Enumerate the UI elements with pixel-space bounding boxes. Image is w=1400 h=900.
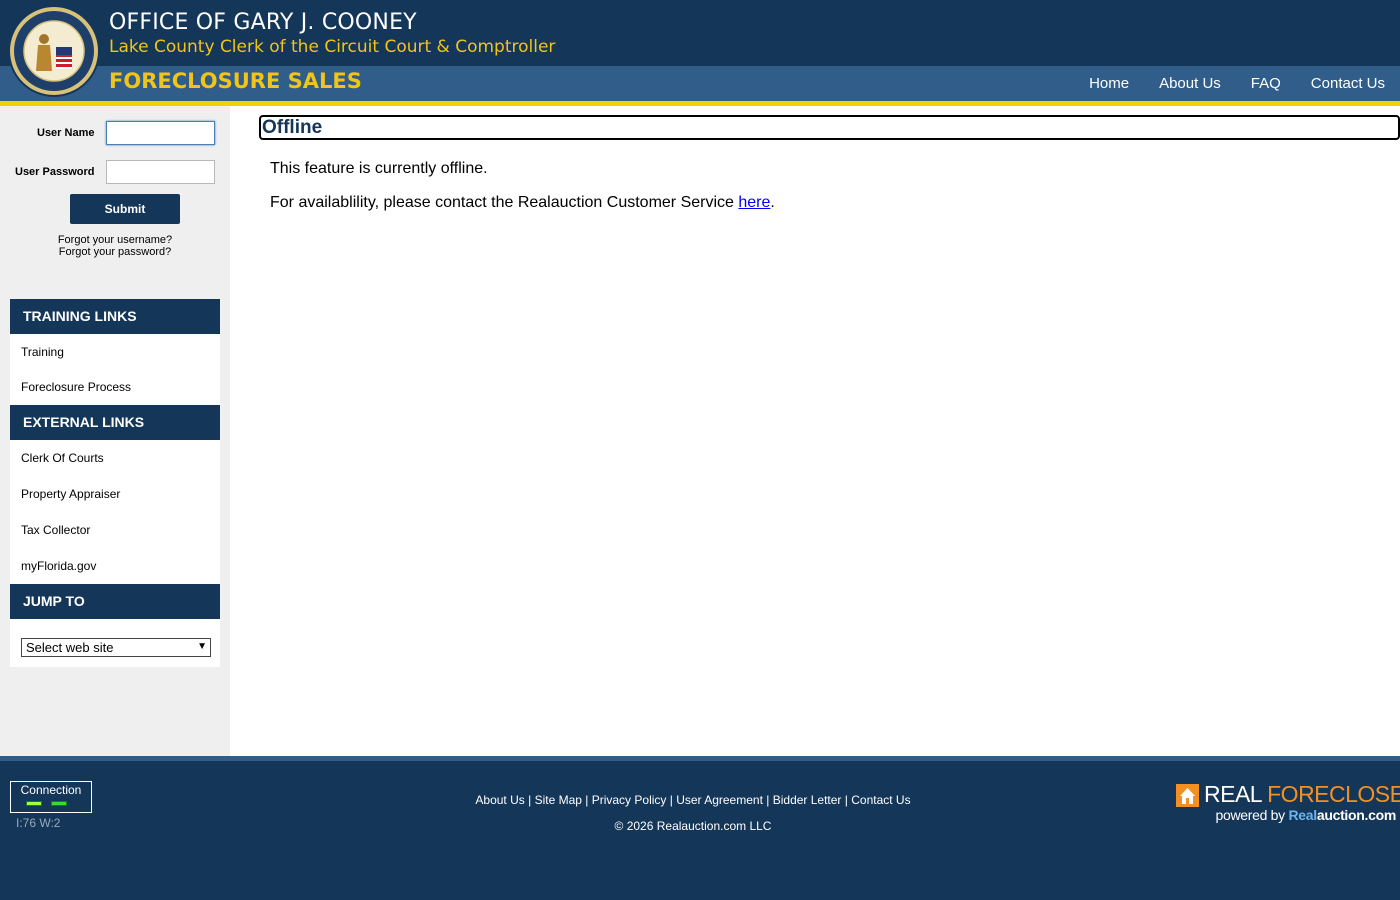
footer-contact-link[interactable]: Contact Us — [851, 793, 910, 807]
county-seal-logo — [8, 5, 100, 97]
password-label: User Password — [15, 166, 95, 178]
page-title: Offline — [262, 117, 323, 138]
footer-about-link[interactable]: About Us — [475, 793, 524, 807]
sidebar-item-tax-collector[interactable]: Tax Collector — [10, 512, 220, 548]
footer-sitemap-link[interactable]: Site Map — [535, 793, 582, 807]
availability-message-suffix: . — [770, 194, 775, 211]
realforeclose-logo[interactable]: REAL FORECLOSE powered by Realauction.co… — [1176, 781, 1400, 825]
nav-home-link[interactable]: Home — [1074, 75, 1144, 92]
chevron-down-icon: ▼ — [197, 641, 207, 652]
office-title: OFFICE OF GARY J. COONEY — [109, 10, 417, 35]
sidebar-links-panel: TRAINING LINKS Training Foreclosure Proc… — [10, 299, 220, 667]
powered-real: Real — [1288, 807, 1317, 823]
forgot-password-link[interactable]: Forgot your password? — [0, 246, 230, 258]
logo-word-real: REAL — [1204, 781, 1262, 807]
username-input[interactable] — [106, 121, 215, 145]
submit-button[interactable]: Submit — [70, 194, 180, 224]
powered-auction: auction.com — [1316, 807, 1396, 823]
footer-privacy-link[interactable]: Privacy Policy — [592, 793, 667, 807]
nav-faq-link[interactable]: FAQ — [1236, 75, 1296, 92]
top-navigation: Home About Us FAQ Contact Us — [1074, 66, 1400, 101]
training-links-heading: TRAINING LINKS — [10, 299, 220, 334]
username-label: User Name — [37, 127, 95, 139]
jump-to-area: Select web site ▼ — [10, 619, 220, 667]
jump-to-heading: JUMP TO — [10, 584, 220, 619]
customer-service-link[interactable]: here — [738, 194, 770, 211]
jump-to-selected-value: Select web site — [26, 640, 114, 655]
offline-message: This feature is currently offline. — [270, 160, 488, 177]
availability-message-text: For availablility, please contact the Re… — [270, 194, 739, 211]
page-title-box: Offline — [259, 115, 1400, 140]
footer-user-agreement-link[interactable]: User Agreement — [676, 793, 763, 807]
office-subtitle: Lake County Clerk of the Circuit Court &… — [109, 37, 556, 57]
jump-to-select[interactable]: Select web site ▼ — [21, 638, 211, 657]
logo-word-foreclose: FORECLOSE — [1267, 781, 1400, 807]
sidebar-item-myflorida[interactable]: myFlorida.gov — [10, 548, 220, 584]
external-links-heading: EXTERNAL LINKS — [10, 405, 220, 440]
sidebar-item-foreclosure-process[interactable]: Foreclosure Process — [10, 370, 220, 405]
site-name: FORECLOSURE SALES — [109, 69, 362, 93]
logo-wordmark: REAL FORECLOSE — [1204, 781, 1400, 808]
footer-bidder-letter-link[interactable]: Bidder Letter — [773, 793, 842, 807]
forgot-username-link[interactable]: Forgot your username? — [0, 234, 230, 246]
nav-contact-link[interactable]: Contact Us — [1296, 75, 1400, 92]
password-input[interactable] — [106, 160, 215, 184]
powered-by-text: powered by Realauction.com — [1215, 807, 1396, 823]
powered-by-label: powered by — [1215, 807, 1285, 823]
sidebar-item-training[interactable]: Training — [10, 334, 220, 370]
nav-about-link[interactable]: About Us — [1144, 75, 1236, 92]
sidebar: User Name User Password Submit Forgot yo… — [0, 106, 230, 756]
footer: Connection I:76 W:2 About Us | Site Map … — [0, 761, 1400, 900]
availability-message: For availablility, please contact the Re… — [270, 194, 775, 212]
house-icon — [1176, 784, 1199, 807]
sidebar-item-clerk-of-courts[interactable]: Clerk Of Courts — [10, 440, 220, 476]
sidebar-item-property-appraiser[interactable]: Property Appraiser — [10, 476, 220, 512]
